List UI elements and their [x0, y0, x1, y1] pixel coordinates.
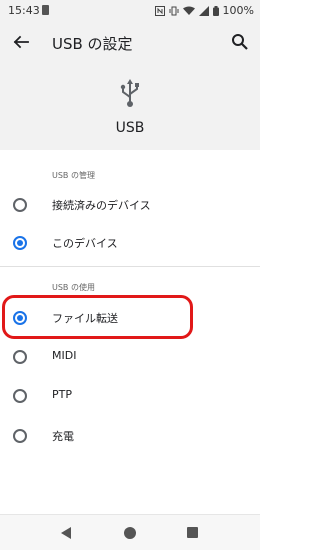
usb-label: USB: [115, 120, 145, 136]
section-title-usb-management: USB の管理: [52, 171, 95, 180]
option-connected-device[interactable]: 接続済みのデバイス: [0, 187, 260, 223]
radio-unchecked-icon[interactable]: [13, 389, 27, 403]
arrow-back-icon[interactable]: [12, 33, 30, 51]
signal-icon: [198, 5, 209, 16]
nav-recent-apps-icon[interactable]: [187, 527, 198, 538]
battery-icon: [212, 5, 219, 16]
battery-percentage: 100%: [222, 4, 254, 17]
option-charging[interactable]: 充電: [0, 418, 260, 454]
navigation-bar: [0, 514, 260, 550]
sim-card-icon: [42, 5, 49, 15]
option-label: このデバイス: [52, 237, 118, 250]
section-divider: [0, 266, 260, 267]
usb-header: USB: [0, 62, 260, 150]
option-label: 接続済みのデバイス: [52, 199, 151, 212]
option-this-device[interactable]: このデバイス: [0, 225, 260, 261]
status-icons: 100%: [154, 4, 254, 17]
status-time: 15:43: [8, 4, 40, 17]
option-label: MIDI: [52, 349, 77, 362]
option-midi[interactable]: MIDI: [0, 339, 260, 375]
option-ptp[interactable]: PTP: [0, 378, 260, 414]
option-label: PTP: [52, 388, 72, 401]
wifi-icon: [182, 6, 195, 15]
search-icon[interactable]: [231, 33, 249, 51]
nav-home-icon[interactable]: [124, 527, 136, 539]
nfc-icon: [154, 5, 165, 16]
radio-unchecked-icon[interactable]: [13, 429, 27, 443]
usb-icon: [120, 79, 139, 107]
nav-back-icon[interactable]: [61, 527, 71, 539]
radio-unchecked-icon[interactable]: [13, 198, 27, 212]
section-title-usb-usage: USB の使用: [52, 283, 95, 292]
radio-checked-icon[interactable]: [13, 236, 27, 250]
radio-unchecked-icon[interactable]: [13, 350, 27, 364]
status-bar: 15:43 100%: [0, 0, 260, 24]
app-bar: USB の設定: [0, 24, 260, 62]
option-label: 充電: [52, 430, 74, 443]
page-title: USB の設定: [52, 35, 133, 53]
vibrate-icon: [169, 6, 179, 15]
highlight-annotation: [2, 295, 193, 339]
